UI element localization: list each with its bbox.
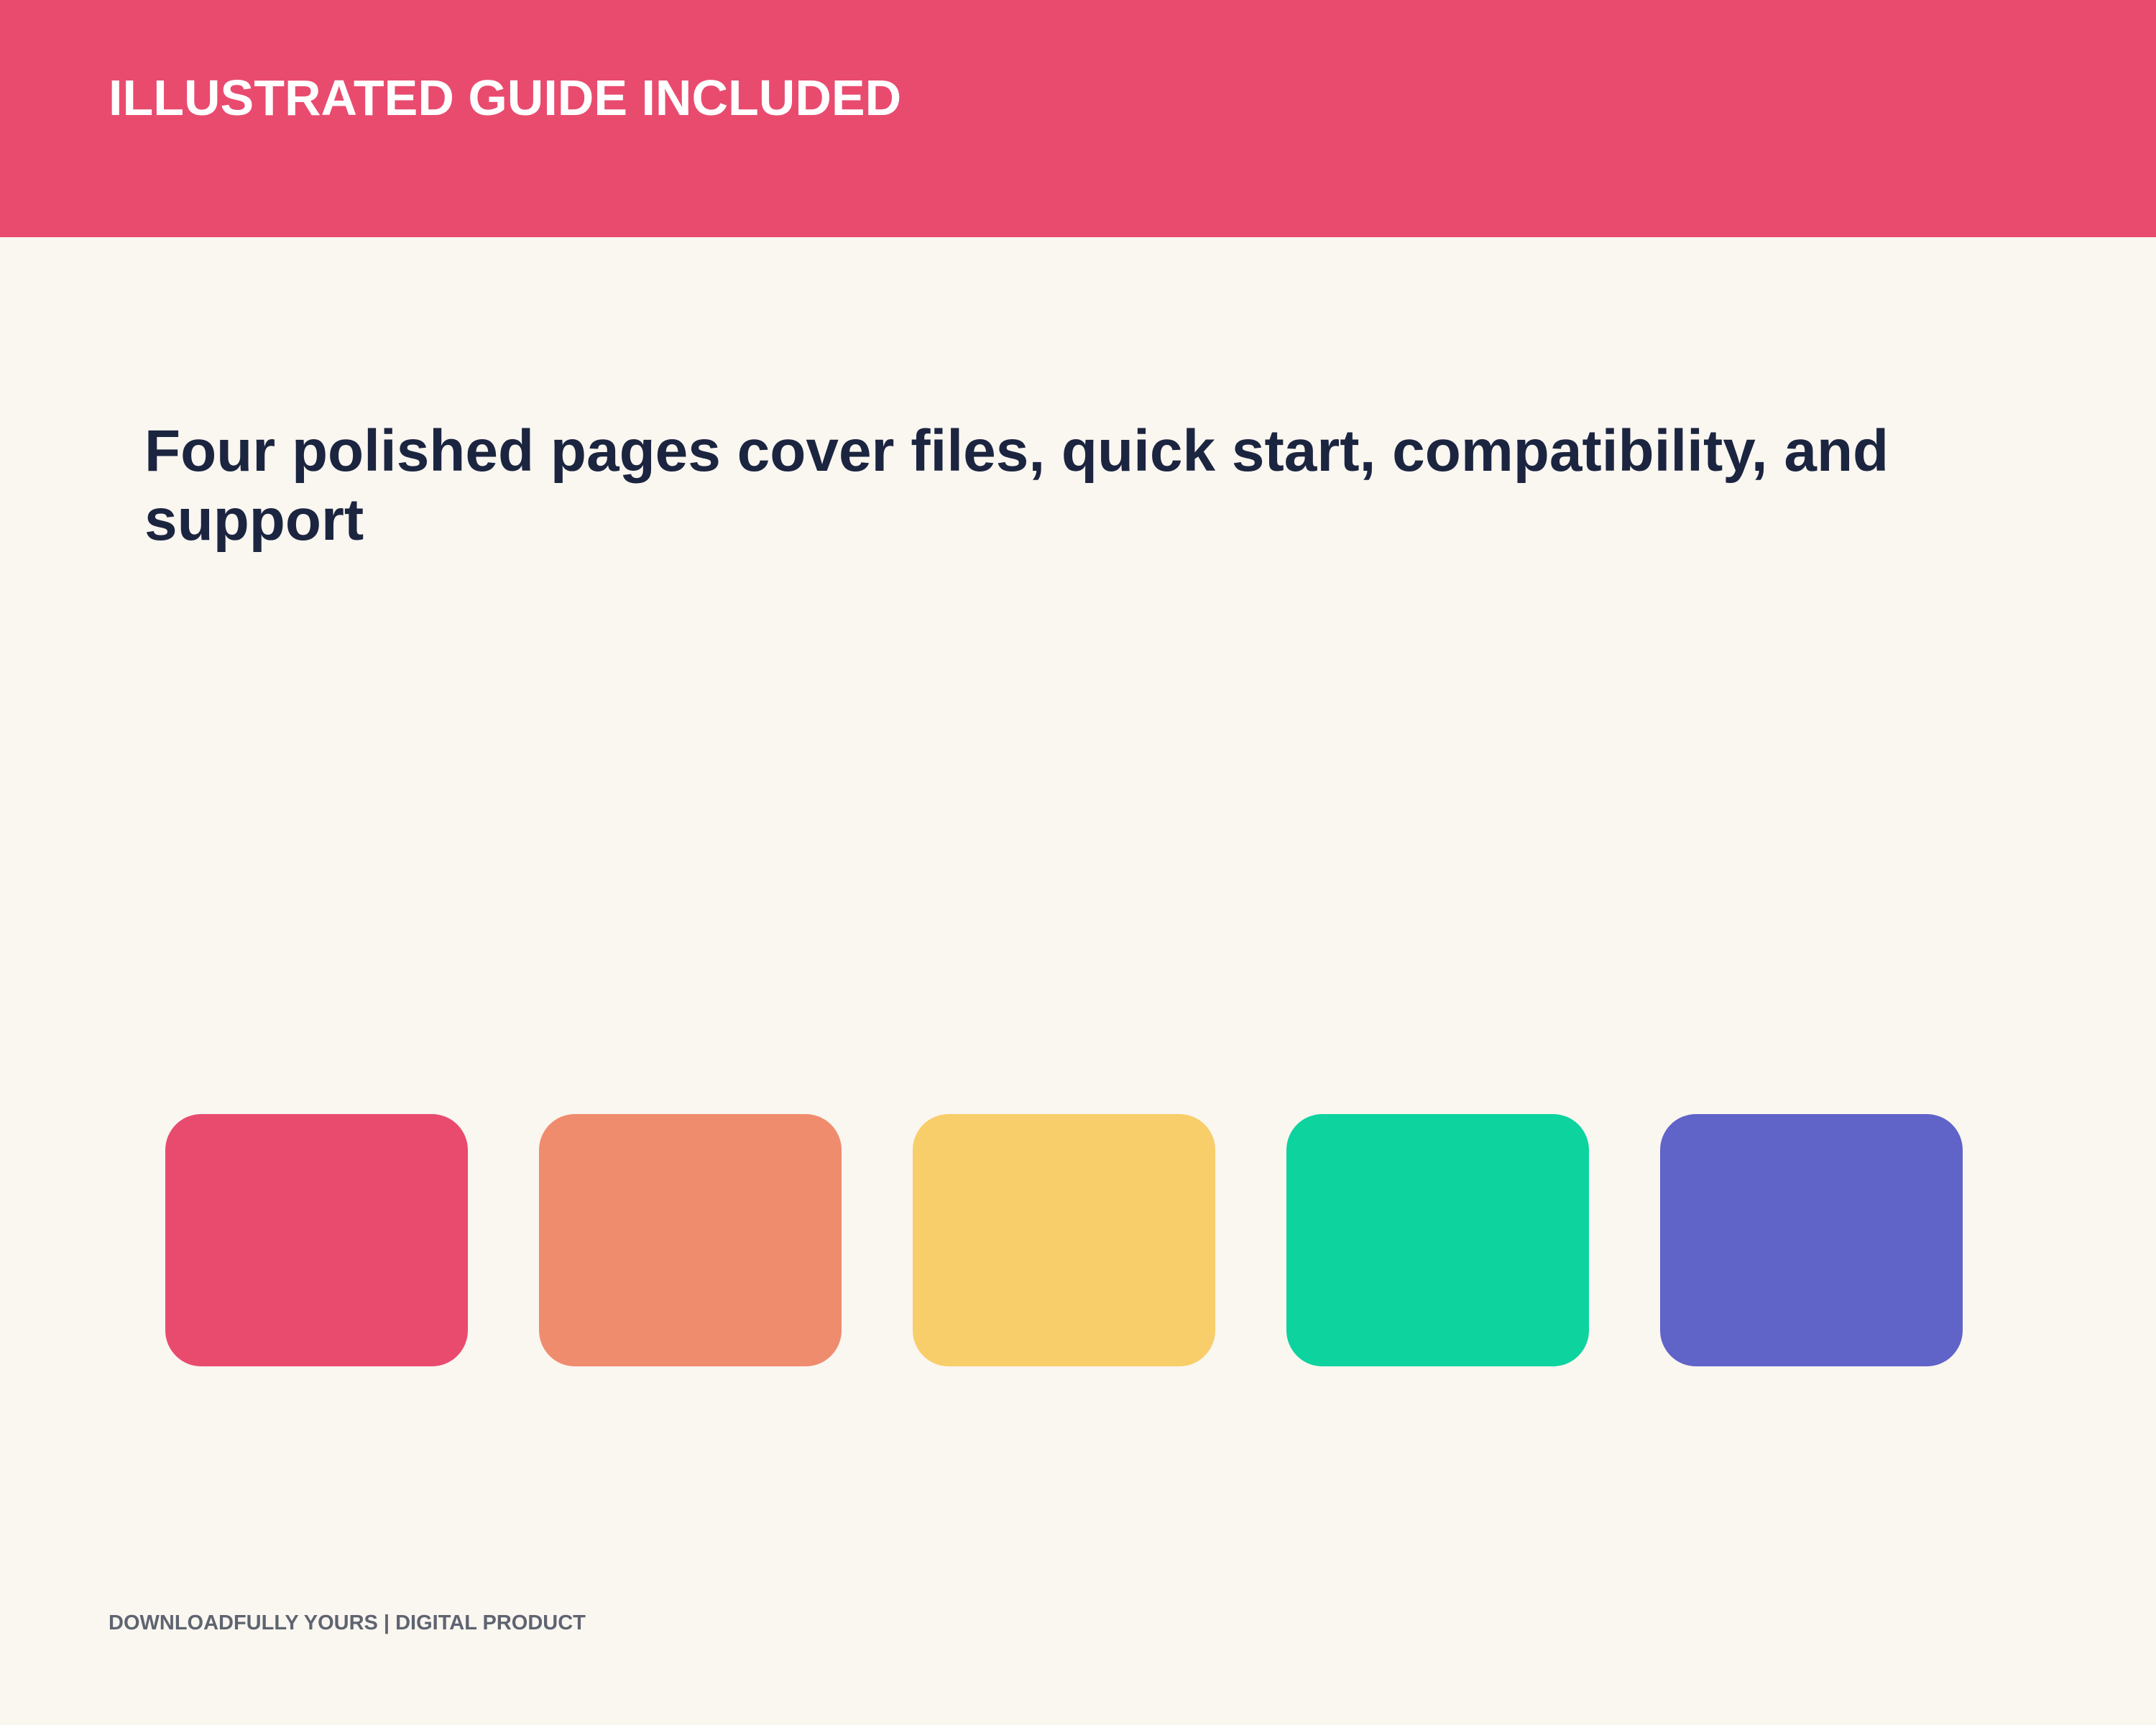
color-swatch-indigo [1660, 1114, 1963, 1366]
color-swatch-green [1286, 1114, 1589, 1366]
color-swatch-yellow [913, 1114, 1215, 1366]
footer-brand-text: DOWNLOADFULLY YOURS | DIGITAL PRODUCT [109, 1611, 586, 1634]
banner-title: ILLUSTRATED GUIDE INCLUDED [109, 70, 902, 126]
header-banner: ILLUSTRATED GUIDE INCLUDED [0, 0, 2156, 237]
page-headline: Four polished pages cover files, quick s… [144, 418, 1889, 553]
color-swatch-rose [165, 1114, 468, 1366]
color-swatch-row [0, 0, 2156, 1725]
color-swatch-coral [539, 1114, 842, 1366]
